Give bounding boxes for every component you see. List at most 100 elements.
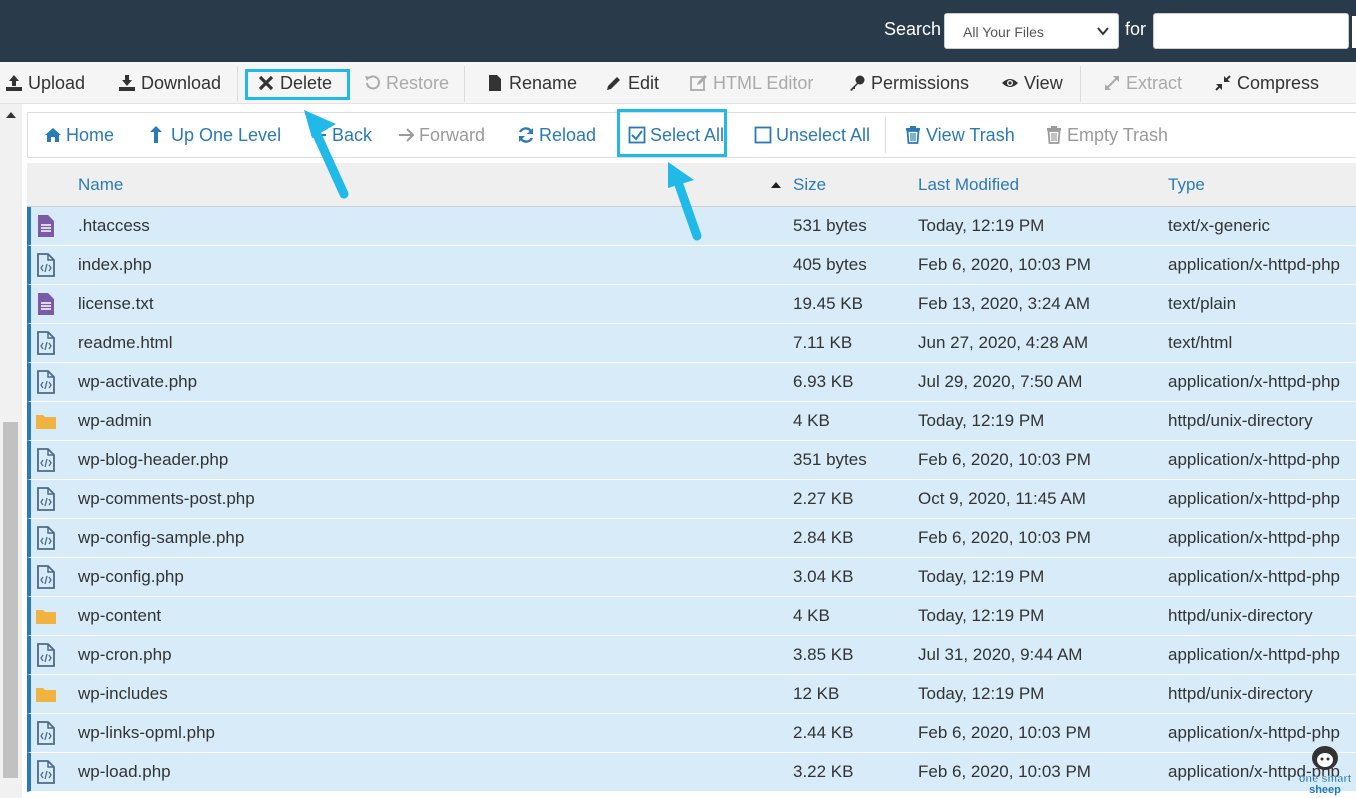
restore-label: Restore: [386, 72, 450, 93]
table-row[interactable]: license.txt 19.45 KB Feb 13, 2020, 3:24 AM…: [27, 285, 1356, 324]
search-input[interactable]: [1153, 13, 1349, 49]
toolbar-divider: [1080, 66, 1081, 102]
unselect-all-button[interactable]: Unselect All: [754, 113, 870, 157]
table-row[interactable]: wp-links-opml.php 2.44 KB Feb 6, 2020, 10:…: [27, 714, 1356, 753]
home-icon: [45, 128, 61, 142]
download-icon: [119, 75, 135, 91]
file-table-body: .htaccess 531 bytes Today, 12:19 PM text/x-…: [27, 207, 1356, 792]
column-name[interactable]: Name: [78, 175, 123, 195]
table-row[interactable]: wp-comments-post.php 2.27 KB Oct 9, 2020, …: [27, 480, 1356, 519]
up-one-level-label: Up One Level: [171, 124, 282, 145]
column-last-modified[interactable]: Last Modified: [918, 175, 1019, 195]
table-row[interactable]: wp-blog-header.php 351 bytes Feb 6, 2020, …: [27, 441, 1356, 480]
table-row[interactable]: wp-includes 12 KB Today, 12:19 PM httpd/uni…: [27, 675, 1356, 714]
file-size: 3.04 KB: [793, 567, 854, 586]
scrollbar-thumb[interactable]: [3, 422, 18, 778]
code-file-icon: [35, 721, 57, 745]
code-file-icon: [35, 448, 57, 472]
view-label: View: [1024, 72, 1063, 93]
file-type: application/x-httpd-php: [1168, 723, 1341, 742]
file-type: text/plain: [1168, 294, 1237, 313]
html-editor-button[interactable]: HTML Editor: [690, 62, 813, 104]
upload-label: Upload: [28, 72, 86, 93]
checkbox-empty-icon: [754, 126, 772, 144]
file-size: 19.45 KB: [793, 294, 863, 313]
folder-icon: [35, 409, 57, 433]
table-row[interactable]: readme.html 7.11 KB Jun 27, 2020, 4:28 AM t…: [27, 324, 1356, 363]
select-all-highlight-box: [617, 109, 727, 157]
file-modified: Today, 12:19 PM: [918, 606, 1045, 625]
compress-button[interactable]: Compress: [1214, 62, 1319, 104]
code-file-icon: [35, 565, 57, 589]
file-name: readme.html: [78, 333, 173, 352]
chevron-down-icon: [1097, 27, 1109, 36]
nav-divider: [885, 117, 886, 153]
reload-icon: [518, 127, 534, 143]
empty-trash-button[interactable]: Empty Trash: [1045, 113, 1168, 157]
toolbar-divider: [464, 66, 465, 102]
file-toolbar: Upload Download Delete Restore Rename Ed…: [0, 62, 1356, 104]
pencil-icon: [607, 77, 620, 90]
home-button[interactable]: Home: [44, 113, 114, 157]
table-row[interactable]: wp-load.php 3.22 KB Feb 6, 2020, 10:03 PM a…: [27, 753, 1356, 792]
up-one-level-button[interactable]: Up One Level: [149, 113, 281, 157]
table-row[interactable]: index.php 405 bytes Feb 6, 2020, 10:03 PM a…: [27, 246, 1356, 285]
download-button[interactable]: Download: [118, 62, 221, 104]
file-type: application/x-httpd-php: [1168, 255, 1341, 274]
view-trash-label: View Trash: [926, 124, 1015, 145]
tree-scrollbar[interactable]: [0, 104, 22, 798]
forward-button[interactable]: Forward: [397, 113, 485, 157]
text-file-icon: [35, 292, 57, 316]
column-type[interactable]: Type: [1168, 175, 1205, 195]
edit-button[interactable]: Edit: [605, 62, 659, 104]
file-modified: Feb 6, 2020, 10:03 PM: [918, 450, 1091, 469]
scroll-up-icon[interactable]: [6, 112, 16, 118]
file-type: application/x-httpd-php: [1168, 567, 1341, 586]
rename-label: Rename: [509, 72, 578, 93]
code-file-icon: [35, 487, 57, 511]
table-row[interactable]: wp-cron.php 3.85 KB Jul 31, 2020, 9:44 AM a…: [27, 636, 1356, 675]
file-modified: Jul 31, 2020, 9:44 AM: [918, 645, 1083, 664]
empty-trash-label: Empty Trash: [1067, 124, 1169, 145]
table-row[interactable]: wp-content 4 KB Today, 12:19 PM httpd/unix-…: [27, 597, 1356, 636]
file-size: 405 bytes: [793, 255, 867, 274]
reload-button[interactable]: Reload: [517, 113, 596, 157]
upload-button[interactable]: Upload: [5, 62, 85, 104]
extract-button[interactable]: Extract: [1103, 62, 1182, 104]
view-button[interactable]: View: [1001, 62, 1063, 104]
permissions-button[interactable]: Permissions: [848, 62, 969, 104]
text-file-icon: [35, 214, 57, 238]
file-modified: Jun 27, 2020, 4:28 AM: [918, 333, 1089, 352]
annotation-arrow-icon: [668, 162, 702, 241]
file-modified: Feb 6, 2020, 10:03 PM: [918, 255, 1091, 274]
arrow-right-icon: [399, 128, 415, 142]
rename-button[interactable]: Rename: [486, 62, 577, 104]
table-row[interactable]: wp-config-sample.php 2.84 KB Feb 6, 2020, …: [27, 519, 1356, 558]
file-size: 3.22 KB: [793, 762, 854, 781]
file-size: 351 bytes: [793, 450, 867, 469]
compress-icon: [1215, 75, 1231, 91]
code-file-icon: [35, 643, 57, 667]
file-size: 531 bytes: [793, 216, 867, 235]
file-type: httpd/unix-directory: [1168, 606, 1313, 625]
table-row[interactable]: wp-config.php 3.04 KB Today, 12:19 PM appli…: [27, 558, 1356, 597]
column-size[interactable]: Size: [793, 175, 826, 195]
code-file-icon: [35, 760, 57, 784]
html-editor-label: HTML Editor: [713, 72, 814, 93]
folder-icon: [35, 604, 57, 628]
file-type: application/x-httpd-php: [1168, 645, 1341, 664]
file-name: wp-load.php: [78, 762, 171, 781]
file-name: wp-includes: [78, 684, 168, 703]
search-scope-select[interactable]: All Your Files: [944, 13, 1119, 49]
view-trash-button[interactable]: View Trash: [904, 113, 1015, 157]
delete-highlight-box: [245, 69, 350, 100]
file-name: license.txt: [78, 294, 154, 313]
header-edge: [1352, 16, 1356, 48]
top-header: Search All Your Files for: [0, 0, 1356, 62]
file-type: application/x-httpd-php: [1168, 528, 1341, 547]
table-row[interactable]: wp-activate.php 6.93 KB Jul 29, 2020, 7:50…: [27, 363, 1356, 402]
table-row[interactable]: wp-admin 4 KB Today, 12:19 PM httpd/unix-di…: [27, 402, 1356, 441]
search-scope-value: All Your Files: [963, 24, 1044, 40]
file-type: text/x-generic: [1168, 216, 1271, 235]
restore-button[interactable]: Restore: [363, 62, 449, 104]
